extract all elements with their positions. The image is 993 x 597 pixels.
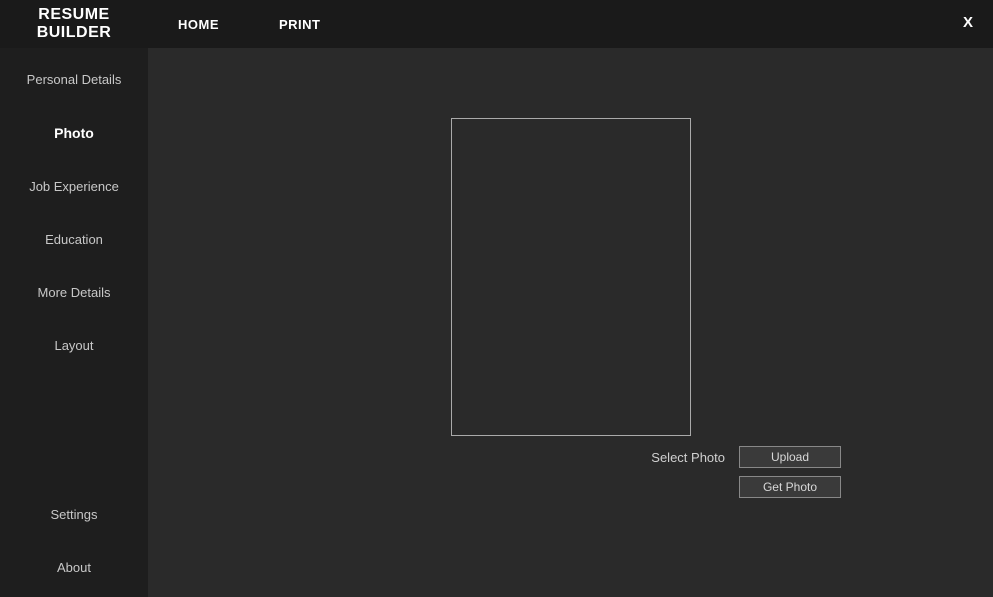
- sidebar-item-education[interactable]: Education: [0, 216, 148, 263]
- sidebar-item-personal-details[interactable]: Personal Details: [0, 56, 148, 103]
- top-nav: HOME PRINT: [178, 17, 321, 32]
- sidebar-item-layout[interactable]: Layout: [0, 322, 148, 369]
- close-button[interactable]: X: [963, 14, 973, 31]
- header: RESUME BUILDER HOME PRINT X: [0, 0, 993, 48]
- sidebar-item-label: More Details: [38, 285, 111, 300]
- select-photo-label: Select Photo: [651, 450, 725, 465]
- sidebar-item-more-details[interactable]: More Details: [0, 269, 148, 316]
- get-photo-button[interactable]: Get Photo: [739, 476, 841, 498]
- sidebar-item-settings[interactable]: Settings: [0, 491, 148, 538]
- sidebar-item-label: Personal Details: [27, 72, 122, 87]
- app-logo: RESUME BUILDER: [0, 6, 148, 42]
- photo-preview-box[interactable]: [451, 118, 691, 436]
- sidebar-item-label: About: [57, 560, 91, 575]
- sidebar-item-photo[interactable]: Photo: [0, 109, 148, 157]
- sidebar-item-job-experience[interactable]: Job Experience: [0, 163, 148, 210]
- get-photo-row: Get Photo: [451, 476, 841, 498]
- photo-controls: Select Photo Upload Get Photo: [451, 446, 841, 498]
- logo-line2: BUILDER: [0, 24, 148, 42]
- nav-print[interactable]: PRINT: [279, 17, 321, 32]
- sidebar-item-label: Education: [45, 232, 103, 247]
- nav-home[interactable]: HOME: [178, 17, 219, 32]
- upload-row: Select Photo Upload: [451, 446, 841, 468]
- body: Personal Details Photo Job Experience Ed…: [0, 48, 993, 597]
- upload-button[interactable]: Upload: [739, 446, 841, 468]
- sidebar-item-label: Photo: [54, 125, 94, 141]
- sidebar-item-label: Settings: [51, 507, 98, 522]
- sidebar-item-label: Job Experience: [29, 179, 119, 194]
- sidebar-item-about[interactable]: About: [0, 544, 148, 591]
- sidebar-spacer: [0, 375, 148, 491]
- sidebar-item-label: Layout: [54, 338, 93, 353]
- sidebar: Personal Details Photo Job Experience Ed…: [0, 48, 148, 597]
- logo-line1: RESUME: [0, 6, 148, 24]
- main-content: Select Photo Upload Get Photo: [148, 48, 993, 597]
